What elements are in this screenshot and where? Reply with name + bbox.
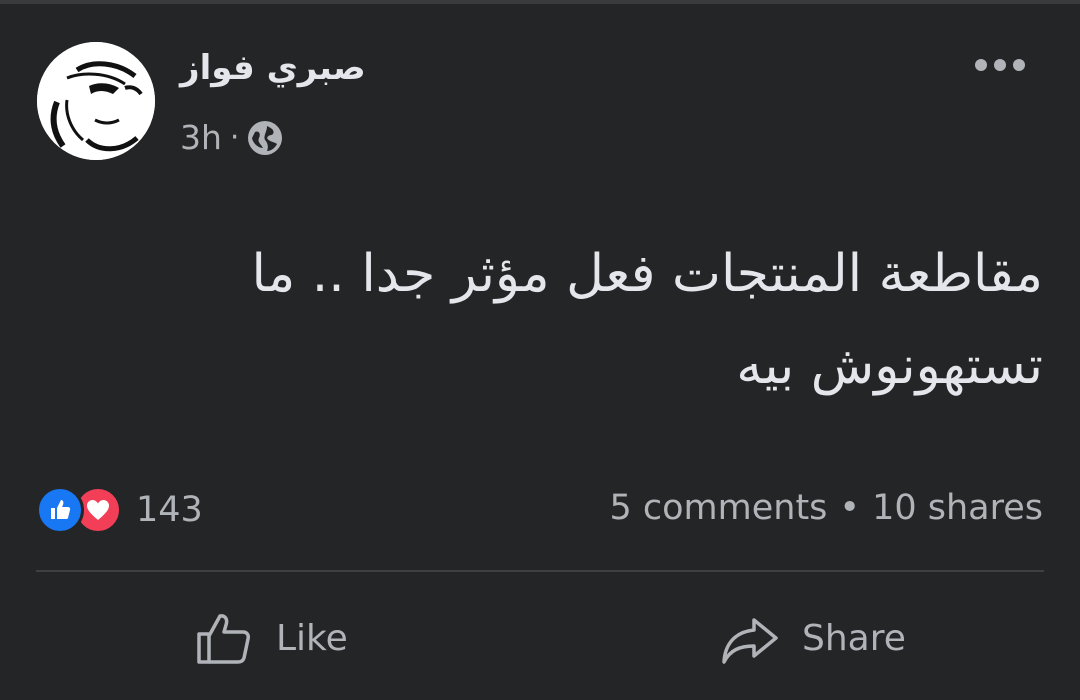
author-name[interactable]: صبري فواز <box>180 48 366 88</box>
stats-separator: • <box>839 488 861 528</box>
engagement-stats: 5 comments • 10 shares <box>610 488 1044 528</box>
share-arrow-icon <box>722 618 778 664</box>
feed-post: صبري فواز 3h · مقاطعة المنتجات فعل مؤثر … <box>0 0 1080 700</box>
like-button[interactable]: Like <box>194 600 348 676</box>
top-divider <box>0 0 1080 4</box>
thumbs-up-icon <box>197 614 250 664</box>
shares-count[interactable]: 10 shares <box>872 488 1043 528</box>
comments-count[interactable]: 5 comments <box>610 488 828 528</box>
post-text-line-1: مقاطعة المنتجات فعل مؤثر جدا .. ما <box>251 244 1043 304</box>
avatar[interactable] <box>37 42 155 160</box>
reaction-count: 143 <box>136 490 203 530</box>
actions-divider <box>36 570 1044 572</box>
avatar-sketch-image <box>37 42 155 160</box>
globe-icon[interactable] <box>247 120 283 156</box>
reactions-summary[interactable]: 143 <box>36 486 203 534</box>
post-time[interactable]: 3h <box>180 118 222 157</box>
like-reaction-icon <box>36 486 84 534</box>
like-label: Like <box>276 617 348 659</box>
share-button[interactable]: Share <box>720 600 906 676</box>
post-meta: 3h · <box>180 118 283 157</box>
meta-separator: · <box>229 120 240 155</box>
share-label: Share <box>802 617 906 659</box>
post-text: مقاطعة المنتجات فعل مؤثر جدا .. ما تستهو… <box>83 228 1043 412</box>
more-options-icon[interactable] <box>972 50 1028 80</box>
post-text-line-2: تستهونوش بيه <box>736 336 1043 396</box>
